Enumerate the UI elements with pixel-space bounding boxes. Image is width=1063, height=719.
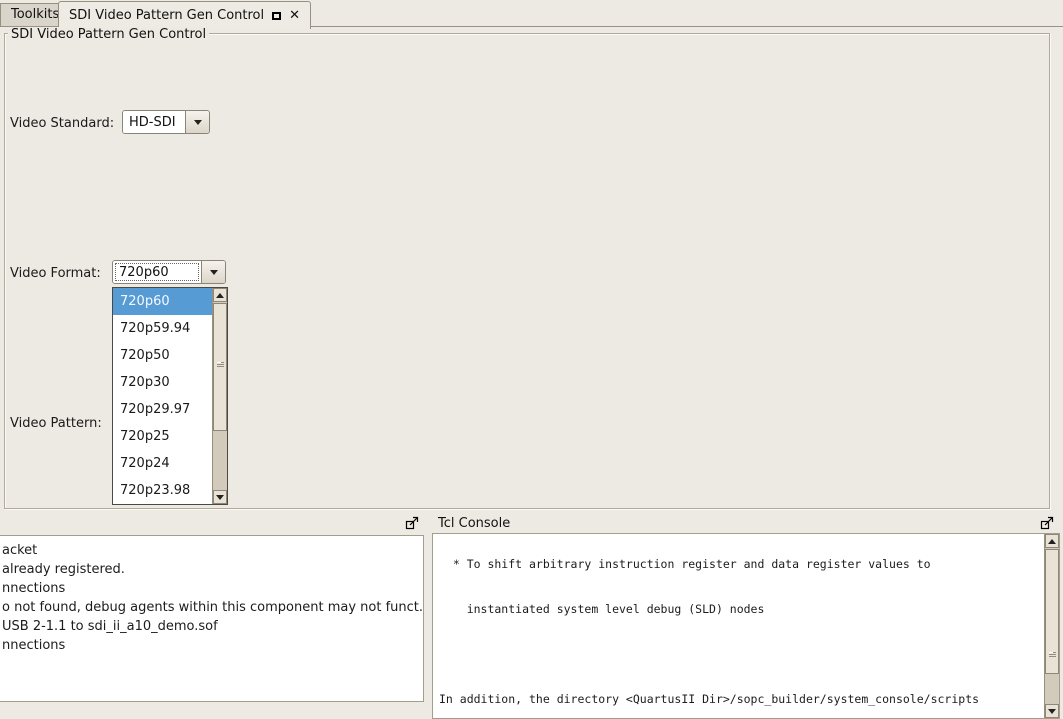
console-line: * To shift arbitrary instruction registe… [439, 557, 1042, 572]
tcl-console-panel: Tcl Console * To shift arbitrary instruc… [430, 513, 1062, 713]
option-720p29-97[interactable]: 720p29.97 [113, 396, 212, 423]
messages-list: acket already registered. nnections o no… [0, 535, 424, 702]
message-line: o not found, debug agents within this co… [2, 598, 419, 617]
option-720p59-94[interactable]: 720p59.94 [113, 315, 212, 342]
tcl-console-output[interactable]: * To shift arbitrary instruction registe… [432, 533, 1060, 719]
console-line: instantiated system level debug (SLD) no… [439, 602, 1042, 617]
system-console-window: { "tabs": { "toolkits_label": "Toolkits"… [0, 0, 1063, 713]
video-standard-label: Video Standard: [10, 116, 114, 131]
video-standard-dropdown-button[interactable] [185, 111, 209, 133]
scroll-down-icon[interactable] [213, 490, 227, 504]
message-line: nnections [2, 579, 419, 598]
tcl-console-title: Tcl Console [438, 516, 510, 531]
video-format-combobox[interactable]: 720p60 [112, 260, 226, 284]
console-line [439, 647, 1042, 662]
messages-panel-header [0, 513, 424, 533]
messages-panel: acket already registered. nnections o no… [0, 513, 424, 713]
video-pattern-label: Video Pattern: [10, 416, 102, 431]
option-720p60[interactable]: 720p60 [113, 288, 212, 315]
option-720p25[interactable]: 720p25 [113, 423, 212, 450]
float-window-icon[interactable] [272, 12, 281, 20]
tcl-console-scrollbar[interactable] [1044, 534, 1059, 718]
scroll-up-icon[interactable] [213, 288, 227, 302]
dropdown-scrollbar[interactable] [212, 288, 227, 504]
console-line: In addition, the directory <QuartusII Di… [439, 692, 1042, 707]
video-format-dropdown-button[interactable] [201, 261, 225, 283]
option-720p30[interactable]: 720p30 [113, 369, 212, 396]
video-format-dropdown-list: 720p60 720p59.94 720p50 720p30 720p29.97… [112, 287, 228, 505]
message-line: already registered. [2, 560, 419, 579]
chevron-down-icon [210, 270, 218, 275]
video-format-label: Video Format: [10, 266, 101, 281]
dropdown-scrollbar-thumb[interactable] [213, 303, 227, 431]
option-720p24[interactable]: 720p24 [113, 450, 212, 477]
groupbox-title: SDI Video Pattern Gen Control [8, 27, 209, 42]
message-line: acket [2, 541, 419, 560]
option-720p23-98[interactable]: 720p23.98 [113, 477, 212, 504]
scroll-down-icon[interactable] [1045, 704, 1059, 718]
detach-panel-icon[interactable] [405, 516, 419, 530]
option-720p50[interactable]: 720p50 [113, 342, 212, 369]
detach-panel-icon[interactable] [1040, 516, 1054, 530]
close-icon[interactable]: ✕ [289, 9, 300, 22]
tcl-scrollbar-thumb[interactable] [1045, 549, 1059, 674]
tab-sdi-video-pattern-gen-control[interactable]: SDI Video Pattern Gen Control ✕ [58, 1, 311, 29]
tab-toolkits-label: Toolkits [11, 7, 59, 22]
chevron-down-icon [194, 120, 202, 125]
tcl-console-header: Tcl Console [430, 513, 1062, 533]
tab-active-label: SDI Video Pattern Gen Control [69, 3, 264, 29]
message-line: USB 2-1.1 to sdi_ii_a10_demo.sof [2, 617, 419, 636]
scroll-up-icon[interactable] [1045, 534, 1059, 548]
message-line: nnections [2, 636, 419, 655]
video-format-options: 720p60 720p59.94 720p50 720p30 720p29.97… [113, 288, 212, 504]
tcl-console-text: * To shift arbitrary instruction registe… [439, 533, 1042, 719]
video-format-value[interactable]: 720p60 [113, 261, 201, 283]
video-standard-value[interactable]: HD-SDI [123, 111, 185, 133]
video-standard-combobox[interactable]: HD-SDI [122, 110, 210, 134]
